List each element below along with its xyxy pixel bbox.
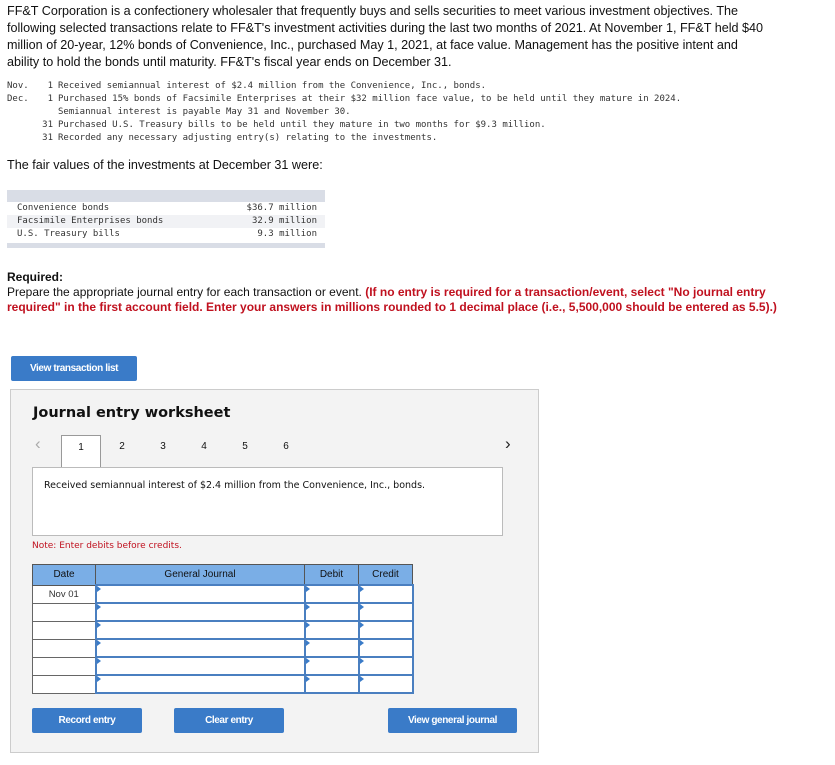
credit-input[interactable] [357,674,414,694]
transaction-day: 31 [42,120,53,130]
investment-name: U.S. Treasury bills [17,229,120,239]
date-cell [32,638,96,658]
required-heading: Required: [7,270,64,284]
note-text: Note: Enter debits before credits. [32,541,182,551]
transaction-month [7,106,37,119]
tab-4[interactable]: 4 [184,435,224,467]
date-cell [32,674,96,694]
transaction-text: Semiannual interest is payable May 31 an… [58,107,351,117]
view-general-journal-button[interactable]: View general journal [388,708,517,733]
fair-value-row: Facsimile Enterprises bonds 32.9 million [7,215,325,228]
fair-value-row: Convenience bonds $36.7 million [7,202,325,215]
debit-input[interactable] [303,656,360,676]
transaction-item: Semiannual interest is payable May 31 an… [7,106,681,119]
clear-entry-button[interactable]: Clear entry [174,708,284,733]
transaction-item: 31 Recorded any necessary adjusting entry… [7,132,681,145]
debit-input[interactable] [303,602,360,622]
investment-name: Facsimile Enterprises bonds [17,216,164,226]
journal-row [32,656,414,676]
transaction-month: Dec. [7,94,29,104]
tab-3[interactable]: 3 [143,435,183,467]
account-input[interactable] [94,656,306,676]
date-cell: Nov 01 [32,584,96,604]
account-input[interactable] [94,602,306,622]
transaction-day: 31 [42,133,53,143]
transaction-list: Nov. 1 Received semiannual interest of $2.… [7,80,681,145]
required-text: Prepare the appropriate journal entry fo… [7,285,366,299]
journal-row [32,638,414,658]
credit-input[interactable] [357,602,414,622]
journal-entry-worksheet: Journal entry worksheet ‹ › 123456 Recei… [10,389,539,753]
required-section: Required: Prepare the appropriate journa… [7,270,777,315]
debit-input[interactable] [303,674,360,694]
view-transaction-list-button[interactable]: View transaction list [11,356,137,381]
transaction-item: Dec. 1 Purchased 15% bonds of Facsimile En… [7,93,681,106]
transaction-text: Recorded any necessary adjusting entry(s… [58,133,438,143]
journal-row [32,620,414,640]
journal-row [32,602,414,622]
transaction-item: 31 Purchased U.S. Treasury bills to be he… [7,119,681,132]
debit-input[interactable] [303,638,360,658]
column-date: Date [32,564,96,586]
account-input[interactable] [94,674,306,694]
transaction-month [7,119,37,132]
transaction-day: 1 [47,81,53,91]
transaction-month [7,132,37,145]
worksheet-title: Journal entry worksheet [33,405,231,421]
account-input[interactable] [94,638,306,658]
chevron-left-icon[interactable]: ‹ [35,434,41,454]
credit-input[interactable] [357,620,414,640]
credit-input[interactable] [357,584,414,604]
column-general-journal: General Journal [95,564,305,586]
transaction-text: Purchased 15% bonds of Facsimile Enterpr… [58,94,682,104]
transaction-description: Received semiannual interest of $2.4 mil… [32,467,503,536]
date-cell [32,656,96,676]
credit-input[interactable] [357,638,414,658]
tab-6[interactable]: 6 [266,435,306,467]
account-input[interactable] [94,584,306,604]
tab-2[interactable]: 2 [102,435,142,467]
debit-input[interactable] [303,584,360,604]
record-entry-button[interactable]: Record entry [32,708,142,733]
journal-row: Nov 01 [32,584,414,604]
transaction-day [37,106,53,119]
transaction-text: Purchased U.S. Treasury bills to be held… [58,120,546,130]
journal-table: Date General Journal Debit Credit Nov 01 [32,564,414,694]
date-cell [32,602,96,622]
transaction-item: Nov. 1 Received semiannual interest of $2.… [7,80,681,93]
transaction-text: Received semiannual interest of $2.4 mil… [58,81,487,91]
fair-value-table: Convenience bonds $36.7 million Facsimile… [7,190,325,248]
account-input[interactable] [94,620,306,640]
column-credit: Credit [358,564,413,586]
chevron-right-icon[interactable]: › [505,434,511,454]
fair-value-label: The fair values of the investments at De… [7,158,323,172]
column-debit: Debit [304,564,359,586]
debit-input[interactable] [303,620,360,640]
investment-value: 32.9 million [251,216,317,226]
transaction-month: Nov. [7,81,29,91]
problem-intro: FF&T Corporation is a confectionery whol… [7,4,764,69]
date-cell [32,620,96,640]
journal-row [32,674,414,694]
credit-input[interactable] [357,656,414,676]
tab-1[interactable]: 1 [61,435,101,467]
tab-5[interactable]: 5 [225,435,265,467]
investment-value: $36.7 million [246,203,317,213]
investment-value: 9.3 million [257,229,317,239]
transaction-day: 1 [47,94,53,104]
investment-name: Convenience bonds [17,203,110,213]
fair-value-row: U.S. Treasury bills 9.3 million [7,228,325,241]
